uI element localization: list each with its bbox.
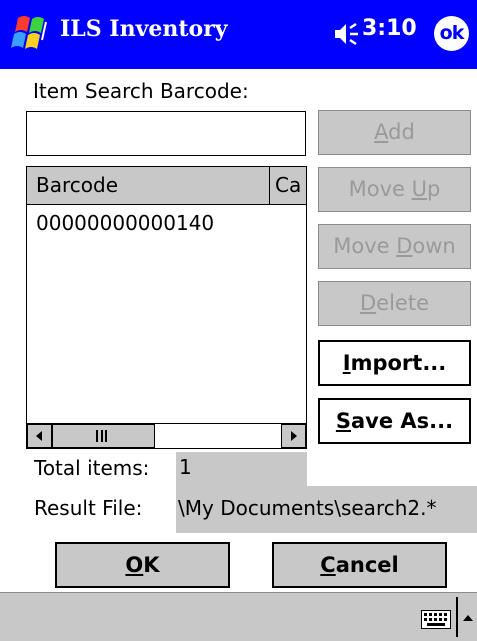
barcode-list[interactable]: Barcode Ca 00000000000140 [26,166,307,449]
title-ok-button[interactable]: ok [434,16,469,51]
move-down-button[interactable]: Move Down [318,224,471,269]
total-items-label: Total items: [34,456,150,480]
search-label: Item Search Barcode: [33,79,249,103]
scrollbar-thumb[interactable] [52,424,155,448]
add-button[interactable]: Add [318,110,471,155]
save-as-button[interactable]: Save As... [318,398,471,444]
scroll-left-arrow-icon[interactable] [27,424,52,448]
list-header: Barcode Ca [27,167,306,205]
list-rows: 00000000000140 [27,207,306,239]
grip-icon [96,430,107,442]
speaker-icon[interactable] [333,20,361,48]
title-bar: ILS Inventory 3:10 ok [0,0,477,69]
cancel-button[interactable]: Cancel [272,542,447,588]
sip-up-arrow-icon[interactable] [461,613,475,623]
column-header-ca[interactable]: Ca [270,167,306,204]
windows-flag-icon[interactable] [8,12,56,56]
app-title: ILS Inventory [60,16,228,42]
result-file-value: \My Documents\search2.* [176,486,477,533]
sip-divider [456,597,458,637]
result-file-label: Result File: [34,496,143,520]
horizontal-scrollbar[interactable] [27,423,306,448]
keyboard-icon[interactable] [421,610,451,629]
column-header-barcode[interactable]: Barcode [27,167,270,204]
ok-button[interactable]: OK [55,542,230,588]
barcode-search-input[interactable] [26,111,306,156]
delete-button[interactable]: Delete [318,281,471,326]
clock[interactable]: 3:10 [362,16,417,41]
bottom-menu-bar [0,592,477,641]
move-up-button[interactable]: Move Up [318,167,471,212]
total-items-value: 1 [176,452,307,489]
list-item[interactable]: 00000000000140 [27,207,306,239]
scroll-right-arrow-icon[interactable] [281,424,306,448]
import-button[interactable]: Import... [318,340,471,386]
